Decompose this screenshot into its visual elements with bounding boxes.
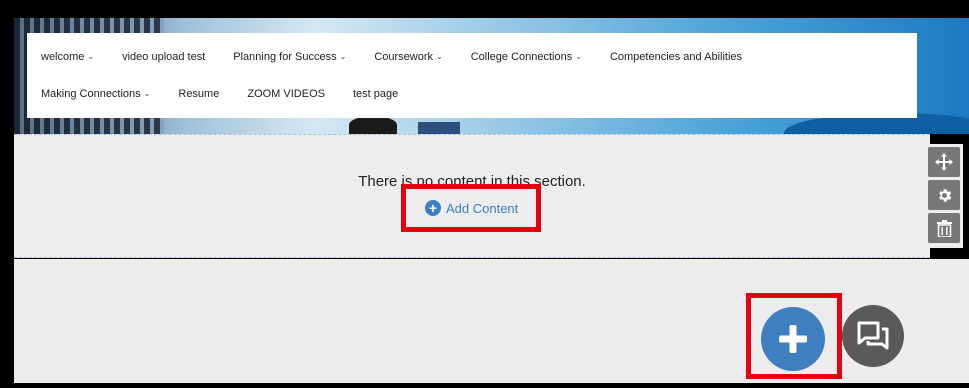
nav-item-label: Competencies and Abilities [609, 50, 743, 63]
highlight-box-add-button [746, 293, 842, 379]
chevron-down-icon: ⌄ [575, 52, 582, 61]
nav-item-label: Making Connections [41, 87, 141, 100]
nav-item-welcome[interactable]: welcome ⌄ [41, 51, 94, 63]
nav-item-test-page[interactable]: test page [353, 88, 398, 100]
nav-row-1: welcome ⌄ video upload test Planning for … [41, 51, 903, 63]
nav-item-video-upload-test[interactable]: video upload test [122, 51, 205, 63]
chevron-down-icon: ⌄ [143, 89, 151, 98]
banner-sign [418, 122, 460, 134]
chevron-down-icon: ⌄ [436, 52, 443, 61]
nav-item-competencies-and-abilities[interactable]: Competencies and Abilities [610, 51, 742, 63]
nav-item-label: College Connections [470, 50, 573, 63]
nav-item-label: test page [352, 87, 399, 100]
nav-item-making-connections[interactable]: Making Connections ⌄ [41, 88, 150, 100]
chevron-down-icon: ⌄ [339, 52, 347, 61]
highlight-box-add-content [401, 184, 541, 232]
move-section-button[interactable] [928, 147, 960, 177]
gear-icon [938, 188, 951, 202]
nav-item-zoom-videos[interactable]: ZOOM VIDEOS [247, 88, 325, 100]
nav-item-resume[interactable]: Resume [178, 88, 219, 100]
nav-item-label: Planning for Success [233, 50, 337, 63]
banner-silhouette [349, 116, 397, 134]
nav-item-label: Coursework [374, 50, 434, 63]
nav-item-label: welcome [41, 50, 85, 63]
nav-item-planning-for-success[interactable]: Planning for Success ⌄ [233, 51, 346, 63]
nav-item-coursework[interactable]: Coursework ⌄ [374, 51, 442, 63]
section-settings-button[interactable] [928, 180, 960, 210]
trash-icon [936, 219, 952, 237]
chat-icon [857, 321, 889, 350]
nav-item-label: ZOOM VIDEOS [247, 87, 325, 100]
nav-item-label: video upload test [122, 50, 206, 63]
site-navigation: welcome ⌄ video upload test Planning for … [27, 33, 917, 118]
delete-section-button[interactable] [928, 213, 960, 243]
nav-row-2: Making Connections ⌄ Resume ZOOM VIDEOS t… [41, 88, 903, 100]
move-icon [935, 153, 953, 171]
nav-item-label: Resume [178, 87, 220, 100]
nav-item-college-connections[interactable]: College Connections ⌄ [471, 51, 582, 63]
chat-floating-button[interactable] [842, 305, 904, 367]
section-toolbar [925, 144, 963, 248]
chevron-down-icon: ⌄ [87, 52, 95, 61]
